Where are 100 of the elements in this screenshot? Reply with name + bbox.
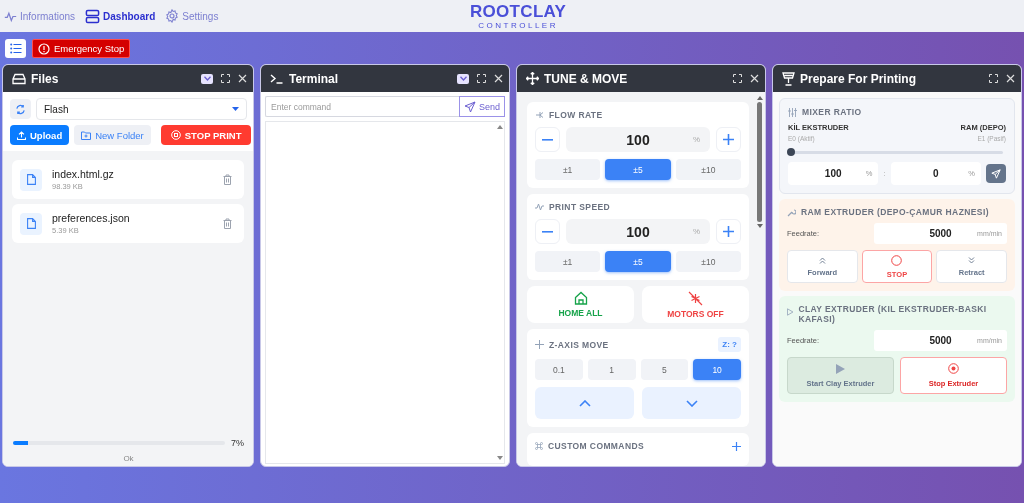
scroll-up-icon[interactable] [497,125,503,129]
add-icon[interactable] [732,441,741,451]
step-button[interactable]: ±5 [605,159,671,180]
logo-subtitle: CONTROLLER [478,21,558,30]
panel-title: Files [31,71,59,86]
emergency-stop-button[interactable]: Emergency Stop [32,39,131,58]
chevron-down-icon [685,399,698,407]
section-label: RAM EXTRUDER (DEPO-ÇAMUR HAZNESI) [801,207,989,217]
home-icon [573,291,588,305]
caret-icon [232,107,239,111]
logo-title: ROOTCLAY [470,3,567,21]
fullscreen-icon[interactable] [221,74,230,83]
double-chevron-up-icon [818,256,826,264]
scroll-down-icon[interactable] [756,224,763,228]
send-icon [991,168,1001,179]
step-button[interactable]: 5 [640,359,689,380]
server-icon [85,8,101,24]
drive-icon [12,72,26,85]
refresh-button[interactable] [10,99,31,119]
plus-icon [723,134,734,145]
nav-link[interactable]: Settings [165,8,219,24]
panel-title: Terminal [289,71,339,86]
chevron-icon [203,76,211,81]
close-icon[interactable] [750,74,759,83]
close-icon[interactable] [494,74,503,83]
step-button[interactable]: 0.1 [535,359,583,380]
panel-title: Prepare For Printing [800,71,917,86]
circle-icon [891,254,903,266]
folder-icon [81,130,92,140]
refresh-icon [15,103,26,115]
step-button[interactable]: ±10 [675,251,741,272]
file-icon [20,168,42,191]
close-icon[interactable] [238,74,247,83]
progress-reading: 7% [231,438,244,448]
motors-off-button[interactable]: MOTORS OFF [642,286,749,323]
stop-icon [948,363,959,374]
send-button[interactable]: Send [458,96,505,117]
slider-thumb[interactable] [787,147,795,156]
chevron-up-icon [578,399,591,407]
sliders-icon [788,107,797,117]
file-name: preferences.json [52,212,131,224]
menu-button[interactable] [5,39,26,58]
list-icon [9,43,22,54]
minus-icon [542,138,553,141]
send-button[interactable] [986,164,1006,183]
play-icon [787,308,794,316]
file-name: index.html.gz [52,168,115,180]
step-button[interactable]: 10 [693,359,741,380]
section-label: PRINT SPEED [549,202,611,212]
scroll-up-icon[interactable] [756,96,763,100]
fullscreen-icon[interactable] [733,74,742,83]
collapse-button[interactable] [201,73,213,84]
collapse-button[interactable] [457,73,469,84]
alert-icon [38,42,50,55]
send-icon [463,100,476,113]
move-icon [535,340,544,349]
section-label: Z-AXIS MOVE [549,339,609,350]
step-button[interactable]: ±1 [535,251,601,272]
fullscreen-icon[interactable] [989,74,998,83]
storage-select[interactable]: Flash [36,98,247,120]
z-position-badge: Z: ? [718,337,741,352]
upload-button[interactable]: Upload [10,125,70,145]
goblet-icon [782,71,795,86]
chevron-icon [459,76,467,81]
value-field[interactable]: 100 % [566,219,710,244]
pulse-icon [4,9,17,23]
fullscreen-icon[interactable] [477,74,486,83]
step-button[interactable]: ±5 [605,251,671,272]
scroll-down-icon[interactable] [497,456,503,460]
command-field[interactable]: Enter command [265,96,459,117]
section-label: CLAY EXTRUDER (KIL EKSTRUDER-BASKI KAFASI) [798,304,988,324]
trash-icon[interactable] [223,218,232,229]
crossed-fan-icon [688,290,703,306]
close-icon[interactable] [1006,74,1015,83]
value-field[interactable]: 100 % [566,127,710,152]
stop-print-button[interactable]: STOP PRINT [160,125,252,145]
panel-title: TUNE & MOVE [544,71,628,86]
nav-link[interactable]: Dashboard [85,8,156,24]
nav-link[interactable]: Informations [4,8,76,24]
step-button[interactable]: 1 [587,359,636,380]
play-icon [836,363,845,374]
section-label: CUSTOM COMMANDS [548,441,645,451]
plus-icon [723,226,734,237]
move-icon [526,72,539,85]
terminal-icon [270,73,284,84]
command-icon [535,442,543,450]
file-icon [20,212,42,235]
new-folder-button[interactable]: New Folder [74,125,151,145]
ratio-separator: : [883,169,886,178]
status-text: Ok [123,454,134,463]
increase-button[interactable] [716,127,741,152]
step-button[interactable]: ±1 [535,159,601,180]
increase-button[interactable] [716,219,741,244]
section-label: MIXER RATIO [802,107,862,117]
stop-icon [170,130,181,140]
step-button[interactable]: ±10 [675,159,741,180]
home-all-button[interactable]: HOME ALL [527,286,634,323]
trash-icon[interactable] [223,174,232,185]
upload-icon [17,130,26,140]
pulse-icon [535,203,544,211]
